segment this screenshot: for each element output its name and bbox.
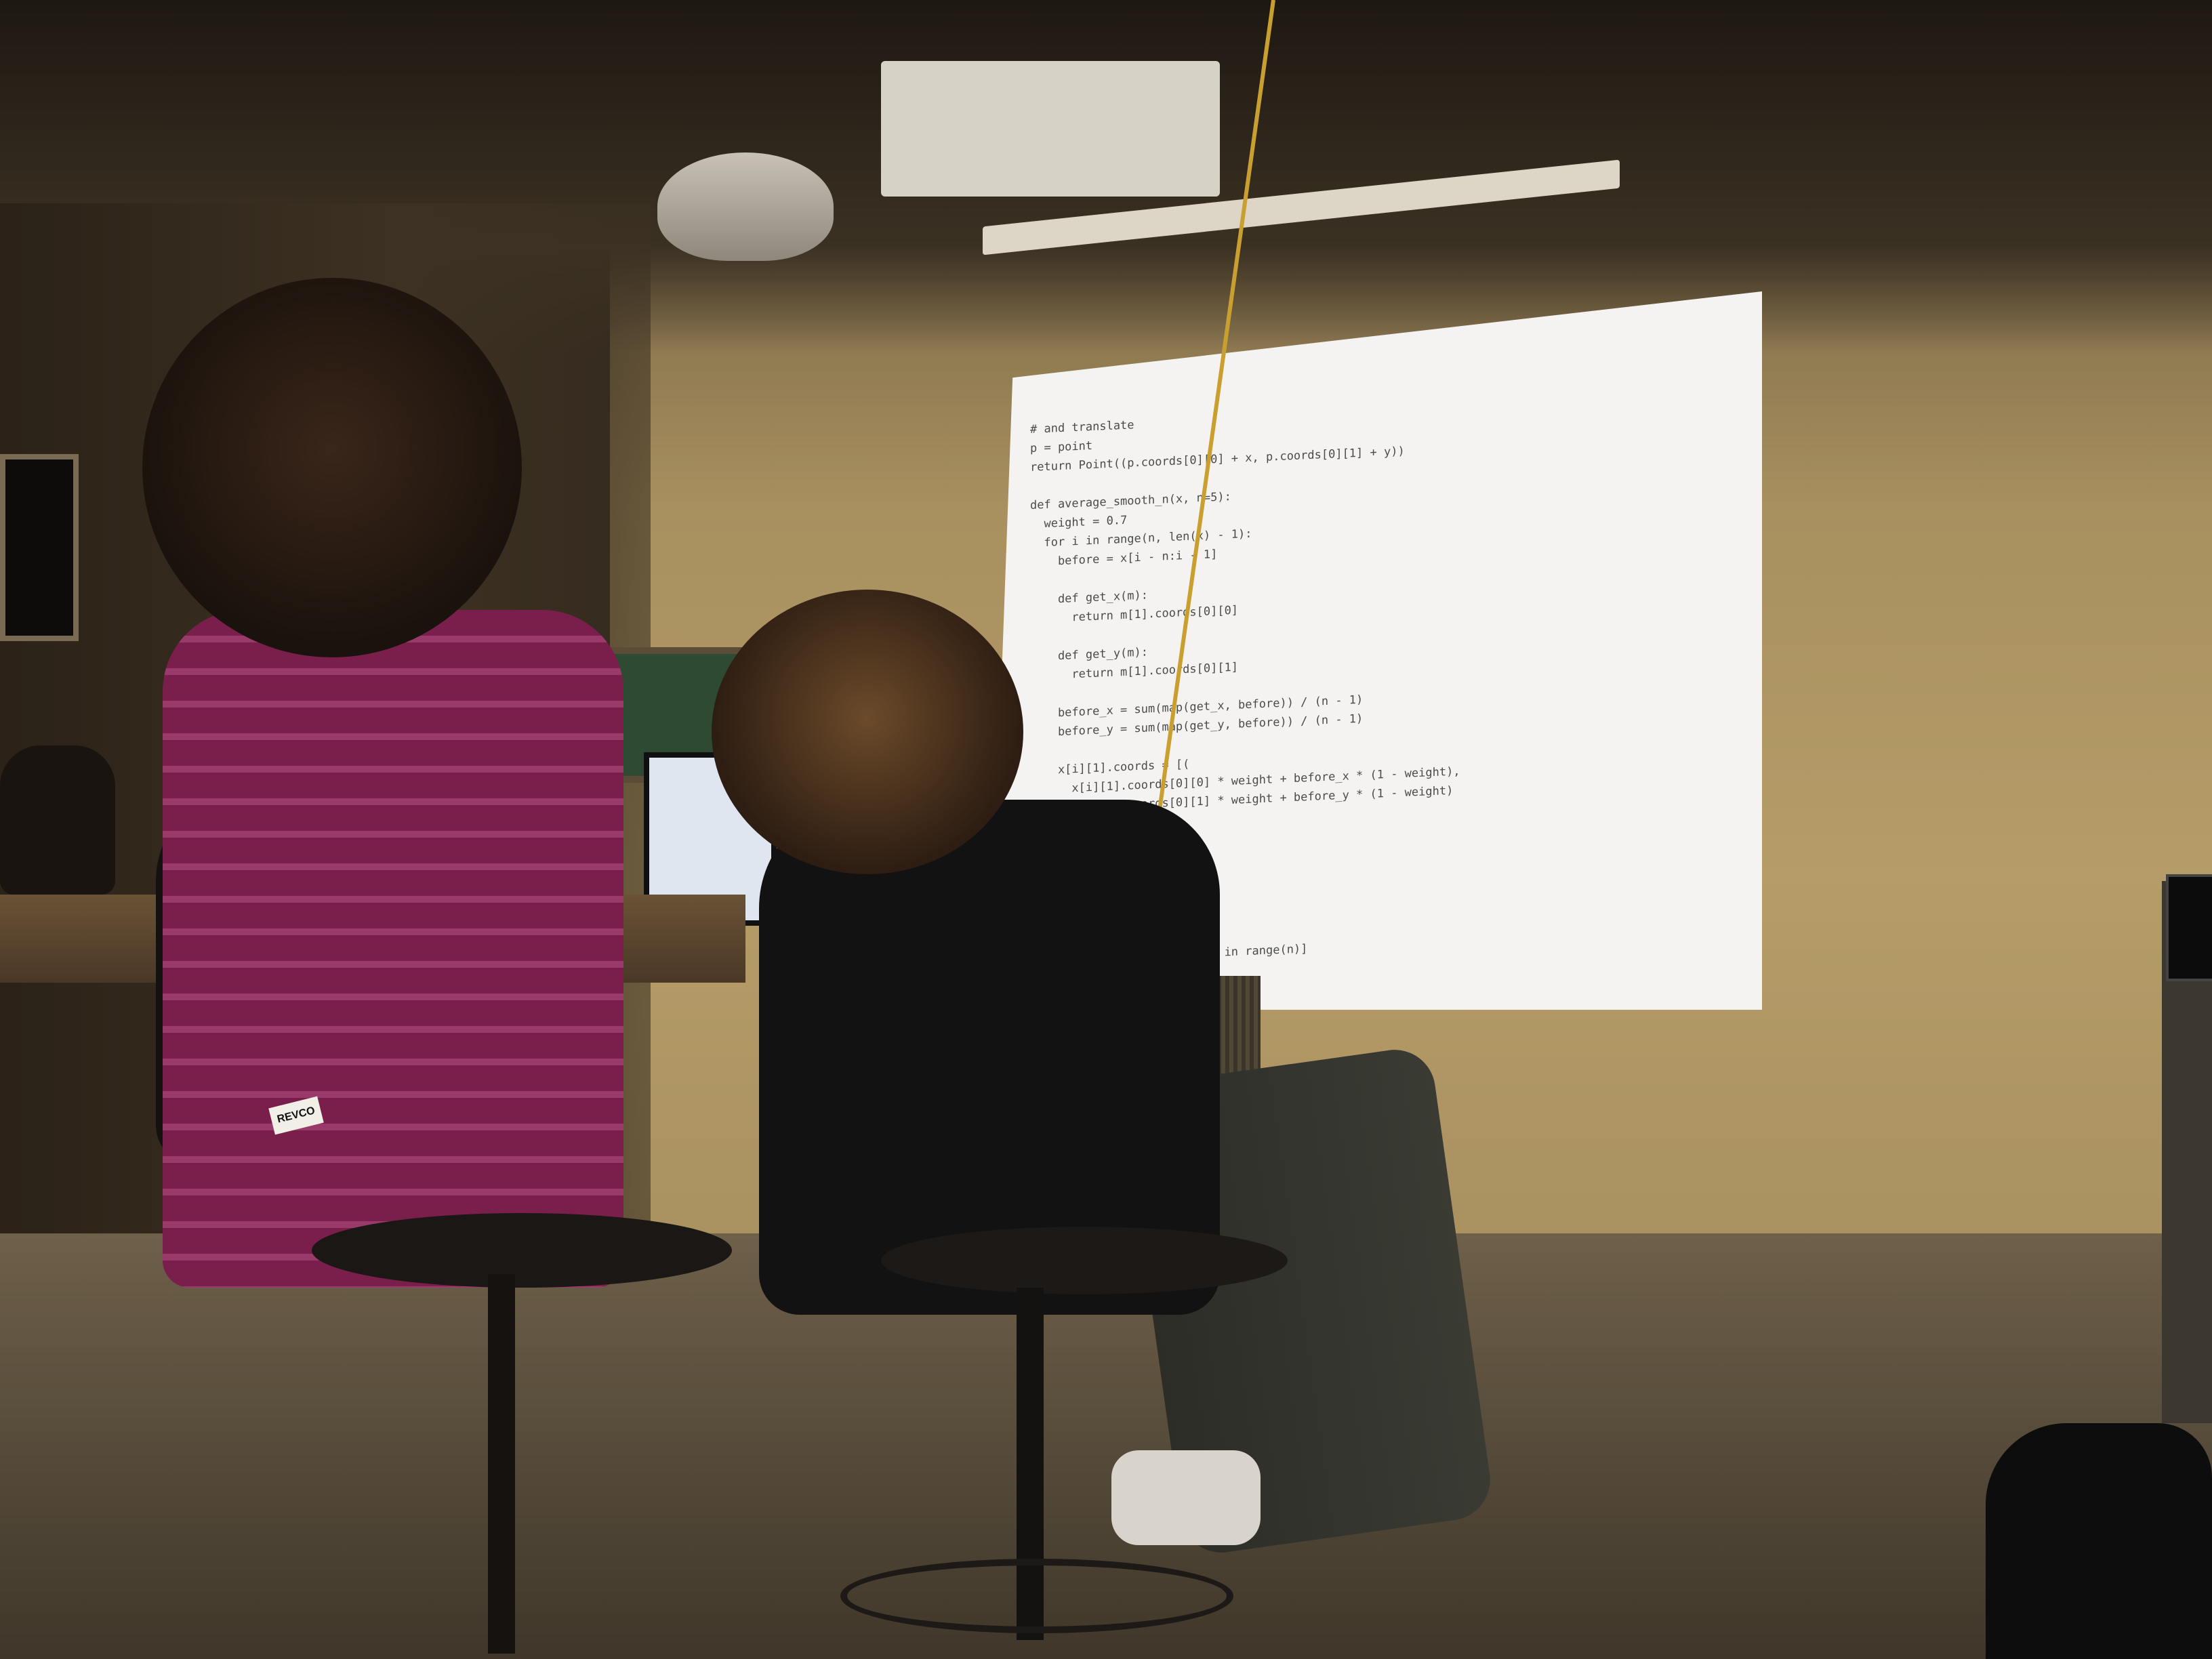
tablet xyxy=(2166,874,2212,981)
person-head-right xyxy=(712,590,1023,874)
ceiling-duct xyxy=(881,61,1220,197)
sneaker xyxy=(1111,1450,1261,1545)
stool-base-right xyxy=(840,1559,1233,1633)
pendant-lamp xyxy=(657,152,834,261)
photo-scene: # and translate p = point return Point((p.… xyxy=(0,0,2212,1659)
background-person xyxy=(0,745,115,895)
person-head-left xyxy=(142,278,522,657)
stool-seat-left xyxy=(312,1213,732,1288)
stool-post-left xyxy=(488,1274,515,1654)
backpack xyxy=(1986,1423,2212,1659)
stool-seat-right xyxy=(881,1227,1288,1294)
wall-frame xyxy=(0,454,79,641)
person-striped-shirt xyxy=(163,610,623,1288)
